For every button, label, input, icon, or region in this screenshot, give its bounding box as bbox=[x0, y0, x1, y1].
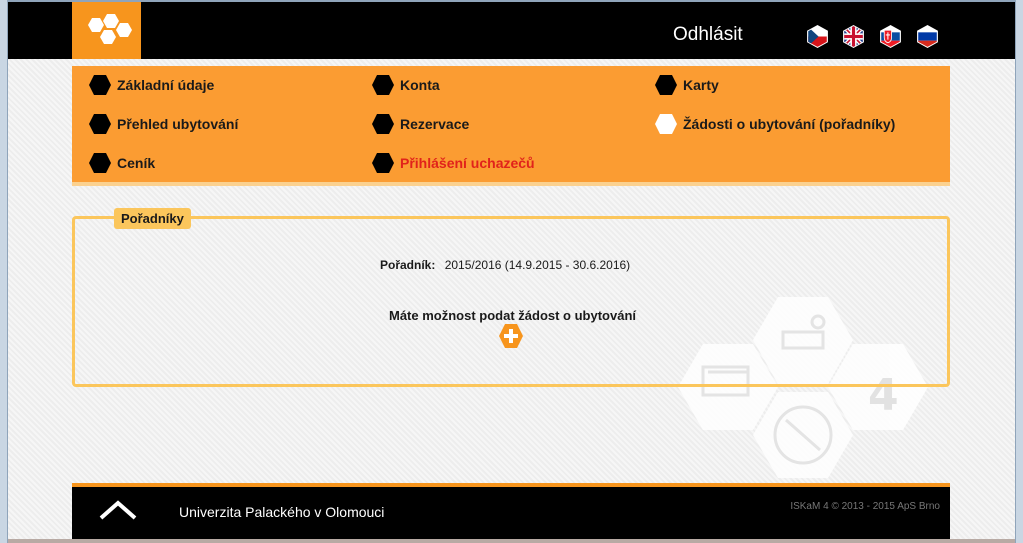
queue-row: Pořadník: 2015/2016 (14.9.2015 - 30.6.20… bbox=[380, 258, 630, 272]
uk-flag-icon[interactable] bbox=[841, 24, 866, 49]
nav-item-label: Základní údaje bbox=[117, 77, 215, 93]
logout-link[interactable]: Odhlásit bbox=[673, 24, 743, 46]
page: Odhlásit Základní údaje Konta Karty Přeh… bbox=[8, 2, 1015, 543]
nav-item-label: Ceník bbox=[117, 155, 156, 171]
sk-flag-icon[interactable] bbox=[878, 24, 903, 49]
queue-label: Pořadník: bbox=[380, 258, 436, 272]
nav-item-reservations[interactable]: Rezervace bbox=[371, 113, 469, 135]
main-navigation: Základní údaje Konta Karty Přehled ubyto… bbox=[72, 66, 950, 186]
hexagon-icon bbox=[372, 153, 394, 173]
nav-item-price-list[interactable]: Ceník bbox=[88, 152, 155, 174]
nav-item-label: Karty bbox=[683, 77, 719, 93]
scroll-top-chevron-up-icon[interactable] bbox=[98, 499, 138, 521]
nav-item-accounts[interactable]: Konta bbox=[371, 74, 440, 96]
nav-item-label: Žádosti o ubytování (pořadníky) bbox=[683, 116, 896, 132]
hexagon-icon bbox=[372, 114, 394, 134]
nav-item-basic-info[interactable]: Základní údaje bbox=[88, 74, 214, 96]
nav-item-label: Přihlášení uchazečů bbox=[400, 155, 535, 171]
window-left-border bbox=[0, 0, 8, 543]
nav-item-accommodation-requests[interactable]: Žádosti o ubytování (pořadníky) bbox=[654, 113, 895, 135]
nav-item-applicant-login[interactable]: Přihlášení uchazečů bbox=[371, 152, 535, 174]
window-right-border bbox=[1015, 0, 1023, 543]
header-bar: Odhlásit bbox=[8, 2, 1015, 59]
copyright: ISKaM 4 © 2013 - 2015 ApS Brno bbox=[790, 501, 940, 512]
logo[interactable] bbox=[72, 2, 141, 59]
nav-item-cards[interactable]: Karty bbox=[654, 74, 719, 96]
queue-panel bbox=[72, 216, 950, 387]
cz-flag-icon[interactable] bbox=[805, 24, 830, 49]
request-notice: Máte možnost podat žádost o ubytování bbox=[389, 308, 637, 323]
honeycomb-logo-icon bbox=[88, 14, 132, 44]
panel-legend: Pořadníky bbox=[114, 208, 191, 229]
nav-item-label: Konta bbox=[400, 77, 440, 93]
hexagon-active-icon bbox=[655, 114, 677, 134]
hexagon-icon bbox=[89, 75, 111, 95]
queue-value: 2015/2016 (14.9.2015 - 30.6.2016) bbox=[444, 258, 631, 272]
hexagon-icon bbox=[89, 153, 111, 173]
hexagon-icon bbox=[89, 114, 111, 134]
nav-item-label: Rezervace bbox=[400, 116, 470, 132]
nav-item-accommodation-overview[interactable]: Přehled ubytování bbox=[88, 113, 238, 135]
nav-item-label: Přehled ubytování bbox=[117, 116, 239, 132]
hexagon-icon bbox=[372, 75, 394, 95]
plus-icon[interactable] bbox=[498, 323, 524, 349]
ru-flag-icon[interactable] bbox=[915, 24, 940, 49]
university-name: Univerzita Palackého v Olomouci bbox=[179, 504, 385, 520]
footer: Univerzita Palackého v Olomouci ISKaM 4 … bbox=[72, 483, 950, 539]
page-bottom-strip bbox=[8, 539, 1015, 543]
hexagon-icon bbox=[655, 75, 677, 95]
